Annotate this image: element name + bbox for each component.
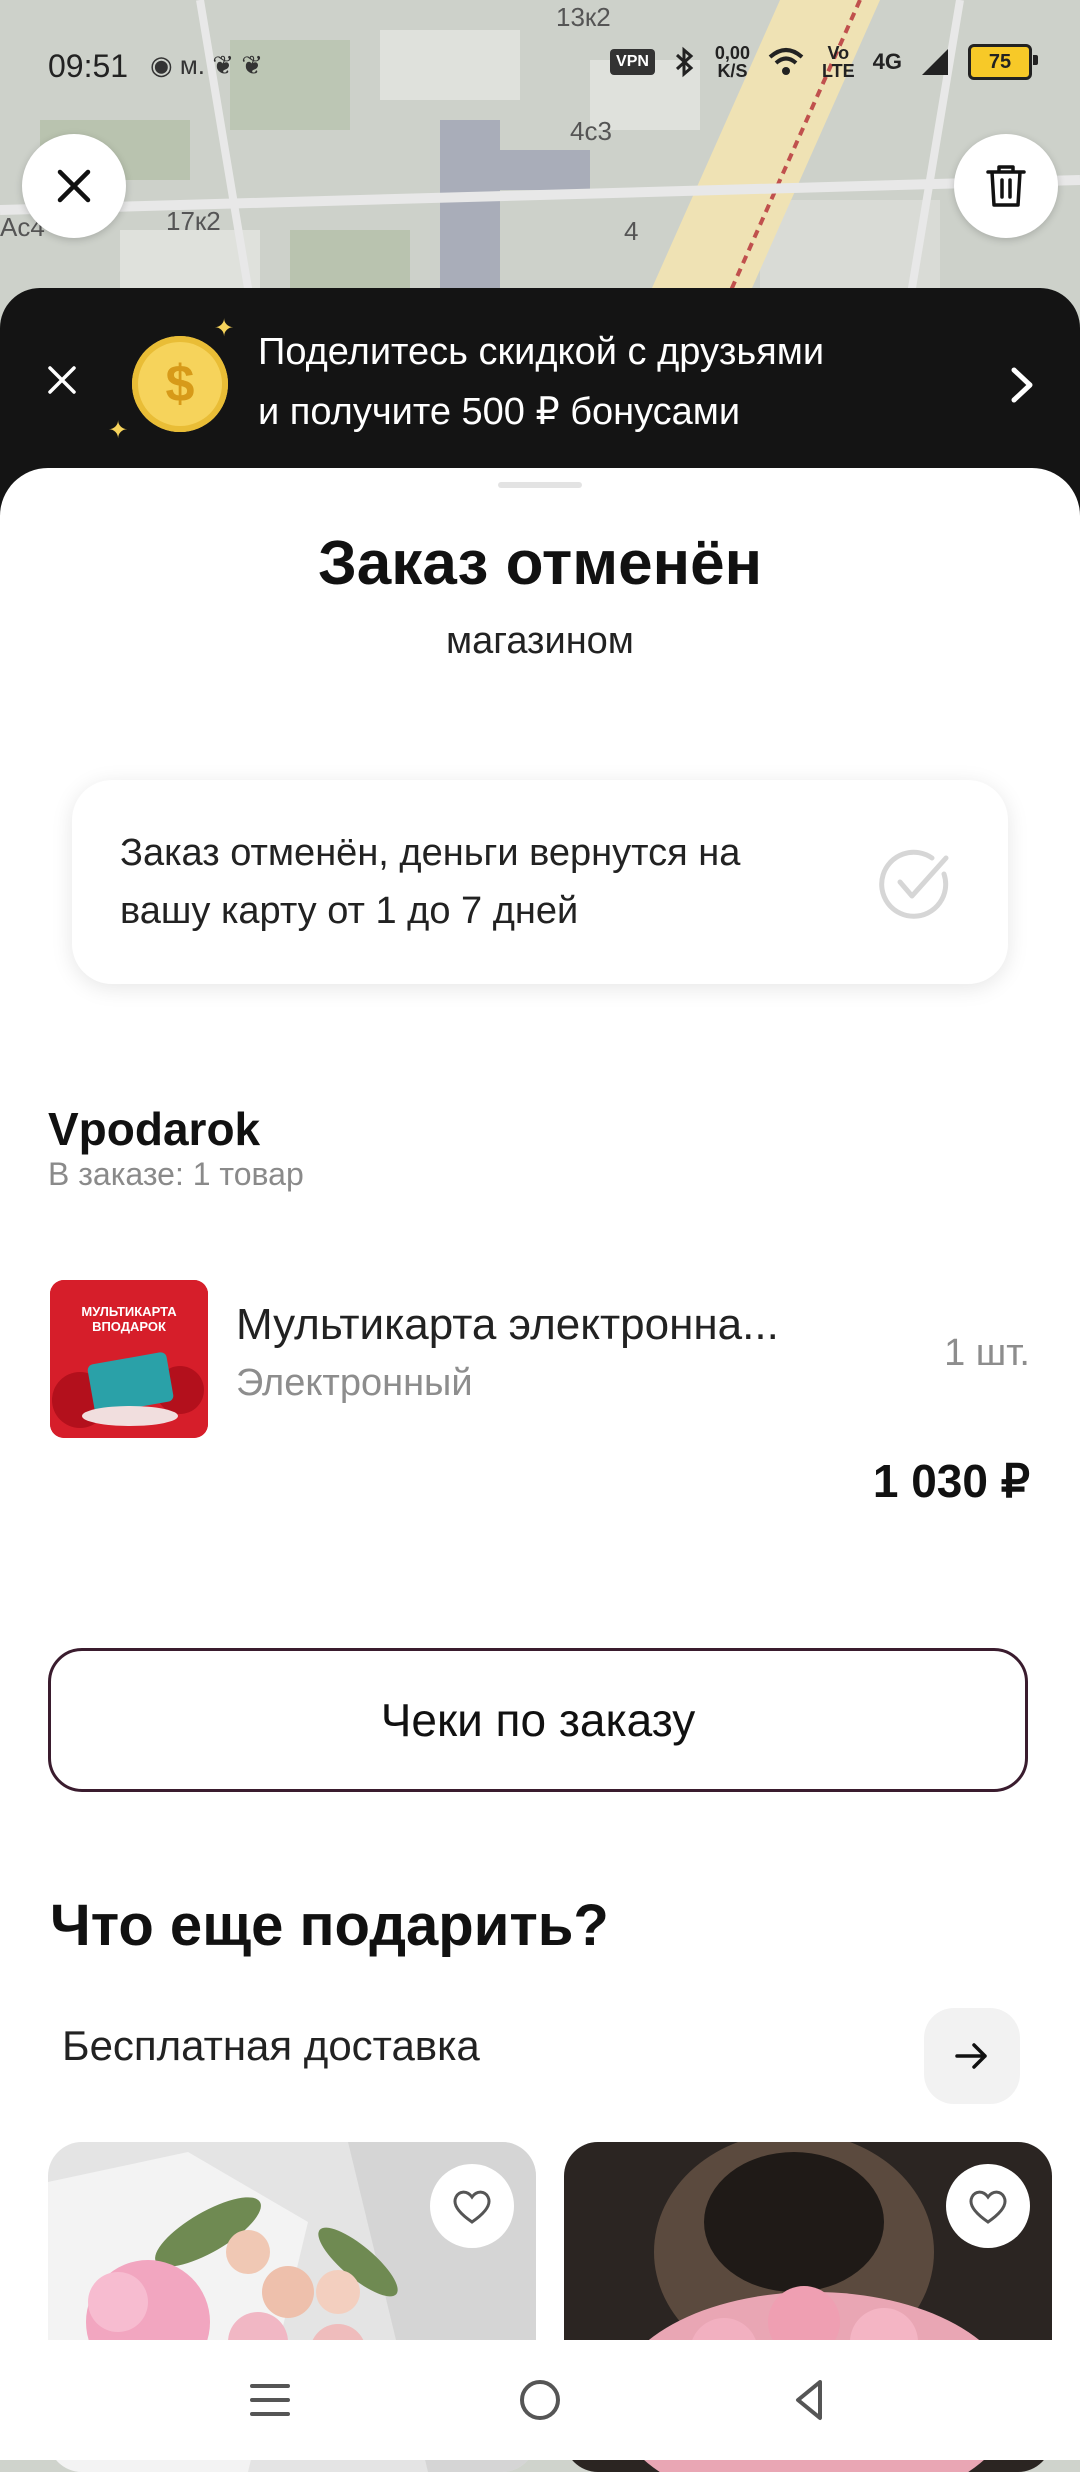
trash-icon xyxy=(986,165,1026,207)
bluetooth-icon xyxy=(675,46,694,78)
page-subtitle: магазином xyxy=(446,620,634,662)
refund-info-line-2: вашу карту от 1 до 7 дней xyxy=(120,890,579,932)
promo-line-2: и получите 500 ₽ бонусами xyxy=(258,391,741,433)
delete-order-button[interactable] xyxy=(954,134,1058,238)
notification-icons: ◉ м. ❦ ❦ xyxy=(150,50,264,80)
page-title: Заказ отменён xyxy=(317,529,763,598)
promo-close-icon[interactable] xyxy=(42,360,82,400)
chevron-right-icon[interactable] xyxy=(1002,360,1042,410)
favorite-button[interactable] xyxy=(430,2164,514,2248)
system-navigation-bar xyxy=(0,2340,1080,2460)
net-speed-unit: K/S xyxy=(717,61,748,81)
map-label: 4 xyxy=(624,216,639,246)
volte-indicator: Vo LTE xyxy=(822,44,855,80)
volte-top: Vo xyxy=(827,43,850,63)
favorite-button[interactable] xyxy=(946,2164,1030,2248)
signal-icon xyxy=(922,49,948,75)
close-button[interactable] xyxy=(22,134,126,238)
refund-info-text: Заказ отменён, деньги вернутся на вашу к… xyxy=(120,824,880,940)
menu-icon[interactable] xyxy=(240,2370,300,2430)
status-bar: 09:51 ◉ м. ❦ ❦ VPN 0,00 K/S Vo LTE 4G 75 xyxy=(0,0,1080,140)
product-image[interactable]: МУЛЬТИКАРТА ВПОДАРОК xyxy=(50,1280,208,1438)
vpn-icon: VPN xyxy=(610,49,655,75)
heart-icon xyxy=(969,2190,1007,2224)
battery-level: 75 xyxy=(988,50,1012,73)
status-indicators: VPN 0,00 K/S Vo LTE 4G 75 xyxy=(610,44,1038,80)
network-type: 4G xyxy=(872,49,902,74)
battery-icon: 75 xyxy=(968,44,1038,80)
coin-symbol: $ xyxy=(165,355,195,413)
refund-info-line-1: Заказ отменён, деньги вернутся на xyxy=(120,832,741,874)
arrow-right-icon xyxy=(955,2043,987,2069)
order-sheet: Заказ отменён магазином Заказ отменён, д… xyxy=(0,468,1080,2472)
check-circle-icon xyxy=(879,849,949,919)
product-name[interactable]: Мультикарта электронна... xyxy=(236,1300,779,1350)
drag-handle[interactable] xyxy=(498,482,582,488)
volte-bottom: LTE xyxy=(821,61,855,81)
refund-info-card: Заказ отменён, деньги вернутся на вашу к… xyxy=(72,780,1008,984)
product-quantity: 1 шт. xyxy=(944,1332,1030,1374)
map-label: 17к2 xyxy=(166,206,221,236)
order-items-count: В заказе: 1 товар xyxy=(48,1156,304,1192)
product-image-caption: МУЛЬТИКАРТА ВПОДАРОК xyxy=(50,1304,208,1334)
product-price: 1 030 ₽ xyxy=(872,1455,1030,1507)
heart-icon xyxy=(453,2190,491,2224)
net-speed-value: 0,00 xyxy=(714,43,750,63)
recommendations-title: Что еще подарить? xyxy=(50,1893,609,1958)
product-image-caption-line: МУЛЬТИКАРТА xyxy=(81,1304,177,1319)
product-image-caption-line: ВПОДАРОК xyxy=(92,1319,166,1334)
close-icon xyxy=(57,169,91,203)
receipts-button[interactable]: Чеки по заказу xyxy=(48,1648,1028,1792)
recommendations-subtitle[interactable]: Бесплатная доставка xyxy=(62,2022,480,2070)
home-icon[interactable] xyxy=(510,2370,570,2430)
recommendations-arrow-button[interactable] xyxy=(924,2008,1020,2104)
net-speed: 0,00 K/S xyxy=(715,44,750,80)
status-time: 09:51 xyxy=(48,48,129,84)
wifi-icon xyxy=(768,48,804,75)
promo-line-1: Поделитесь скидкой с друзьями xyxy=(258,331,825,373)
back-icon[interactable] xyxy=(780,2370,840,2430)
sparkle-icon: ✦ xyxy=(108,417,129,444)
seller-name[interactable]: Vpodarok xyxy=(48,1102,260,1156)
coin-icon: $ xyxy=(132,336,228,432)
sparkle-icon: ✦ xyxy=(214,315,235,342)
promo-text: Поделитесь скидкой с друзьями и получите… xyxy=(258,322,938,442)
product-variant: Электронный xyxy=(236,1362,473,1404)
